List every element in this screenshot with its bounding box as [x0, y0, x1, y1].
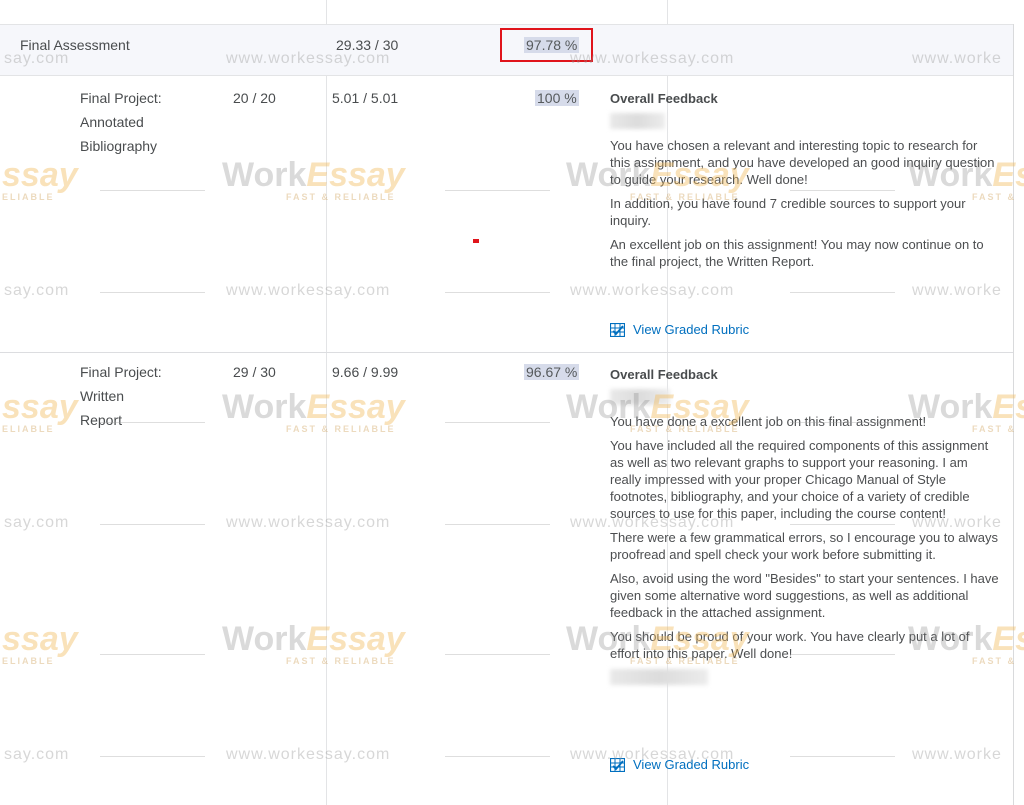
watermark-line: [100, 190, 205, 191]
item-name-line: Final Project:: [80, 90, 162, 106]
item-name-line: Written: [80, 388, 125, 404]
watermark-url: say.com: [4, 282, 70, 299]
item-name-line: Report: [80, 412, 123, 428]
feedback-paragraph: There were a few grammatical errors, so …: [610, 530, 999, 562]
watermark-line: [445, 756, 550, 757]
redacted-name: [610, 389, 670, 405]
summary-name: Final Assessment: [20, 37, 130, 53]
watermark-logo: WorkEssay FAST & RELIABLE: [222, 620, 405, 666]
item-feedback: Overall Feedback You have done a excelle…: [610, 366, 1000, 693]
item-points: 20 / 20: [233, 90, 276, 106]
feedback-title: Overall Feedback: [610, 367, 718, 382]
item-name-line: Bibliography: [80, 138, 158, 154]
item-grade: 96.67 %: [524, 360, 580, 384]
item-grade: 100 %: [535, 86, 579, 110]
rubric-link-label: View Graded Rubric: [633, 757, 750, 772]
watermark-url: www.worke: [912, 746, 1002, 763]
watermark-line: [445, 422, 550, 423]
row-divider: [0, 352, 1013, 353]
watermark-url: www.worke: [912, 282, 1002, 299]
watermark-line: [790, 756, 895, 757]
feedback-paragraph: Also, avoid using the word "Besides" to …: [610, 571, 999, 620]
watermark-line: [790, 654, 895, 655]
watermark-url: say.com: [4, 514, 70, 531]
watermark-line: [445, 292, 550, 293]
watermark-url: say.com: [4, 746, 70, 763]
watermark-line: [790, 190, 895, 191]
item-grade-value: 100 %: [535, 90, 579, 106]
watermark-line: [100, 756, 205, 757]
feedback-title: Overall Feedback: [610, 91, 718, 106]
column-divider: [326, 0, 327, 805]
watermark-line: [100, 524, 205, 525]
watermark-logo: WorkEssay FAST & RELIABLE: [222, 388, 405, 434]
item-name: Final Project: Annotated Bibliography: [80, 86, 190, 158]
redacted-signature: [610, 669, 708, 685]
watermark-logo: ssay ELIABLE: [2, 156, 78, 202]
summary-points: 29.33 / 30: [336, 37, 399, 53]
view-graded-rubric-link[interactable]: View Graded Rubric: [610, 757, 749, 772]
item-grade-value: 96.67 %: [524, 364, 580, 380]
item-points: 29 / 30: [233, 364, 276, 380]
item-name-line: Final Project:: [80, 364, 162, 380]
watermark-line: [100, 292, 205, 293]
watermark-url: www.workessay.com: [226, 514, 391, 531]
rubric-icon: [610, 757, 625, 772]
watermark-line: [790, 524, 895, 525]
watermark-logo: ssay ELIABLE: [2, 388, 78, 434]
red-mark: [473, 239, 479, 243]
rubric-link-label: View Graded Rubric: [633, 322, 750, 337]
watermark-logo: ssay ELIABLE: [2, 620, 78, 666]
frame-border: [1013, 24, 1014, 805]
grade-highlight-box: [500, 28, 593, 62]
feedback-paragraph: An excellent job on this assignment! You…: [610, 237, 984, 269]
item-name-line: Annotated: [80, 114, 144, 130]
item-feedback: Overall Feedback You have chosen a relev…: [610, 90, 1000, 277]
view-graded-rubric-link[interactable]: View Graded Rubric: [610, 322, 749, 337]
watermark-line: [445, 524, 550, 525]
watermark-url: www.workessay.com: [226, 746, 391, 763]
item-weighted: 5.01 / 5.01: [332, 90, 399, 106]
watermark-line: [100, 654, 205, 655]
watermark-line: [100, 422, 205, 423]
feedback-paragraph: You have chosen a relevant and interesti…: [610, 138, 995, 187]
watermark-url: www.workessay.com: [226, 282, 391, 299]
watermark-line: [790, 422, 895, 423]
feedback-paragraph: In addition, you have found 7 credible s…: [610, 196, 966, 228]
item-weighted: 9.66 / 9.99: [332, 364, 399, 380]
feedback-paragraph: You should be proud of your work. You ha…: [610, 629, 970, 661]
feedback-paragraph: You have included all the required compo…: [610, 438, 989, 521]
watermark-line: [445, 190, 550, 191]
watermark-line: [445, 654, 550, 655]
watermark-logo: WorkEssay FAST & RELIABLE: [222, 156, 405, 202]
watermark-line: [790, 292, 895, 293]
watermark-url: www.workessay.com: [570, 282, 735, 299]
rubric-icon: [610, 322, 625, 337]
redacted-name: [610, 113, 665, 129]
